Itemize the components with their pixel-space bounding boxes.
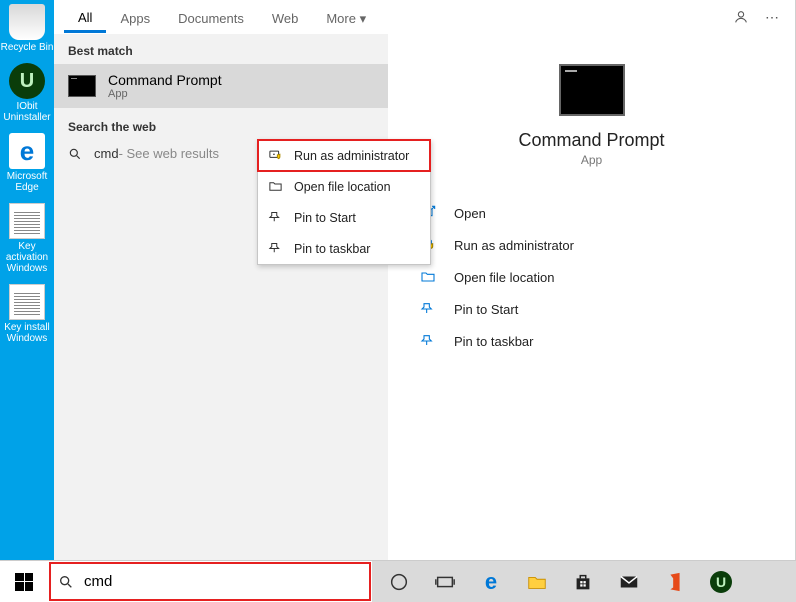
ctx-open-file-location[interactable]: Open file location bbox=[258, 171, 430, 202]
desktop-label: Key activation Windows bbox=[0, 241, 54, 274]
start-button[interactable] bbox=[0, 561, 48, 602]
store-button[interactable] bbox=[562, 561, 604, 602]
detail-subtitle: App bbox=[581, 153, 602, 167]
context-menu: Run as administrator Open file location … bbox=[257, 139, 431, 265]
tab-more[interactable]: More ▾ bbox=[312, 3, 380, 32]
action-open-file-location[interactable]: Open file location bbox=[388, 261, 795, 293]
ctx-pin-to-start[interactable]: Pin to Start bbox=[258, 202, 430, 233]
tab-documents[interactable]: Documents bbox=[164, 3, 258, 31]
best-match-label: Best match bbox=[54, 34, 388, 64]
best-match-result[interactable]: Command Prompt App bbox=[54, 64, 388, 108]
explorer-icon bbox=[526, 571, 548, 593]
result-type: App bbox=[108, 88, 222, 100]
desktop-label: Key install Windows bbox=[0, 322, 54, 344]
edge-button[interactable]: e bbox=[470, 561, 512, 602]
search-icon bbox=[58, 574, 74, 590]
command-prompt-large-icon bbox=[559, 64, 625, 116]
search-input[interactable] bbox=[84, 573, 362, 590]
action-label: Open file location bbox=[454, 270, 554, 285]
pin-taskbar-icon bbox=[420, 333, 440, 349]
explorer-button[interactable] bbox=[516, 561, 558, 602]
desktop-label: IObit Uninstaller bbox=[0, 101, 54, 123]
office-button[interactable] bbox=[654, 561, 696, 602]
taskbar-buttons: e U bbox=[372, 561, 796, 602]
ctx-label: Pin to taskbar bbox=[294, 242, 370, 256]
document-icon bbox=[9, 203, 45, 239]
command-prompt-icon bbox=[68, 75, 96, 97]
taskview-button[interactable] bbox=[424, 561, 466, 602]
recycle-bin-icon bbox=[9, 4, 45, 40]
taskbar-search[interactable] bbox=[48, 561, 372, 602]
user-account-icon[interactable] bbox=[733, 9, 759, 25]
ctx-label: Run as administrator bbox=[294, 149, 409, 163]
cortana-icon bbox=[388, 571, 410, 593]
shield-run-icon bbox=[268, 148, 286, 163]
detail-title: Command Prompt bbox=[518, 130, 664, 151]
action-run-as-admin[interactable]: Run as administrator bbox=[388, 229, 795, 261]
desktop-label: Recycle Bin bbox=[1, 42, 54, 53]
edge-icon: e bbox=[9, 133, 45, 169]
ctx-label: Open file location bbox=[294, 180, 391, 194]
iobit-button[interactable]: U bbox=[700, 561, 742, 602]
action-pin-to-start[interactable]: Pin to Start bbox=[388, 293, 795, 325]
taskview-icon bbox=[434, 571, 456, 593]
desktop-icon-doc1[interactable]: Key activation Windows bbox=[0, 203, 54, 274]
results-column: Best match Command Prompt App Search the… bbox=[54, 34, 388, 560]
action-label: Run as administrator bbox=[454, 238, 574, 253]
desktop-icon-recycle[interactable]: Recycle Bin bbox=[0, 4, 54, 53]
web-query: cmd bbox=[94, 146, 119, 161]
tab-apps[interactable]: Apps bbox=[106, 3, 164, 31]
web-suffix: - See web results bbox=[119, 146, 219, 161]
pin-icon bbox=[268, 210, 286, 225]
more-options-icon[interactable]: ⋯ bbox=[759, 9, 785, 26]
iobit-icon: U bbox=[710, 571, 732, 593]
pin-taskbar-icon bbox=[268, 241, 286, 256]
ctx-pin-to-taskbar[interactable]: Pin to taskbar bbox=[258, 233, 430, 264]
ctx-label: Pin to Start bbox=[294, 211, 356, 225]
desktop-icon-doc2[interactable]: Key install Windows bbox=[0, 284, 54, 344]
taskbar: e U bbox=[0, 560, 796, 602]
pin-icon bbox=[420, 301, 440, 317]
chevron-down-icon: ▾ bbox=[360, 11, 367, 26]
search-web-label: Search the web bbox=[54, 108, 388, 140]
cortana-button[interactable] bbox=[378, 561, 420, 602]
ctx-run-as-admin[interactable]: Run as administrator bbox=[258, 140, 430, 171]
office-icon bbox=[664, 571, 686, 593]
action-label: Pin to Start bbox=[454, 302, 518, 317]
desktop-strip: Recycle Bin U IObit Uninstaller e Micros… bbox=[0, 0, 54, 602]
search-tabs: All Apps Documents Web More ▾ ⋯ bbox=[54, 0, 795, 34]
detail-column: Command Prompt App Open Run as administr… bbox=[388, 34, 795, 560]
mail-icon bbox=[618, 571, 640, 593]
tab-web[interactable]: Web bbox=[258, 3, 313, 31]
desktop-icon-iobit[interactable]: U IObit Uninstaller bbox=[0, 63, 54, 123]
desktop-icon-edge[interactable]: e Microsoft Edge bbox=[0, 133, 54, 193]
action-open[interactable]: Open bbox=[388, 197, 795, 229]
store-icon bbox=[572, 571, 594, 593]
folder-icon bbox=[420, 269, 440, 285]
action-pin-to-taskbar[interactable]: Pin to taskbar bbox=[388, 325, 795, 357]
mail-button[interactable] bbox=[608, 561, 650, 602]
document-icon bbox=[9, 284, 45, 320]
iobit-icon: U bbox=[9, 63, 45, 99]
desktop-label: Microsoft Edge bbox=[0, 171, 54, 193]
windows-logo-icon bbox=[15, 573, 33, 591]
result-name: Command Prompt bbox=[108, 72, 222, 88]
action-label: Pin to taskbar bbox=[454, 334, 534, 349]
folder-icon bbox=[268, 179, 286, 194]
search-panel: All Apps Documents Web More ▾ ⋯ Best mat… bbox=[54, 0, 796, 560]
tab-all[interactable]: All bbox=[64, 2, 106, 33]
edge-icon: e bbox=[480, 571, 502, 593]
action-label: Open bbox=[454, 206, 486, 221]
search-icon bbox=[68, 147, 84, 161]
